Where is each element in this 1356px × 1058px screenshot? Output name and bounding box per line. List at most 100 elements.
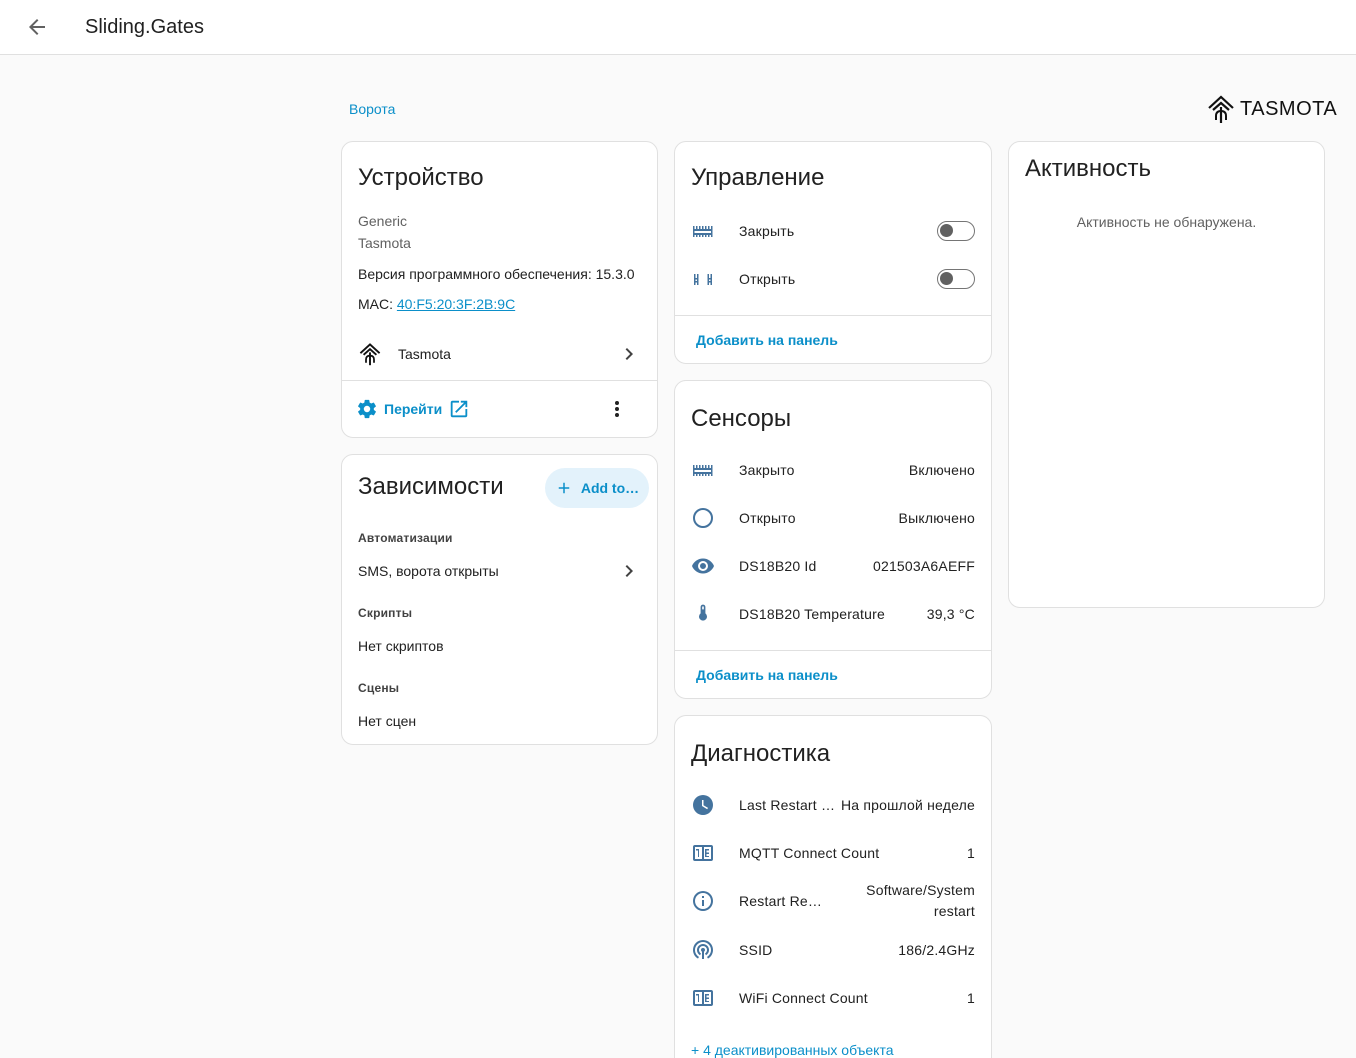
mac-link[interactable]: 40:F5:20:3F:2B:9C — [397, 296, 515, 312]
dependencies-title: Зависимости — [358, 473, 504, 500]
diagnostics-card: Диагностика Last Restart … На прошлой не… — [674, 715, 992, 1058]
device-mac: MAC: 40:F5:20:3F:2B:9C — [358, 296, 515, 312]
brand-name: TASMOTA — [1240, 97, 1338, 120]
controls-card: Управление Закрыть Открыть Добавить на п… — [674, 141, 992, 364]
control-row-close[interactable]: Закрыть — [691, 219, 975, 243]
tasmota-logo-icon — [1208, 95, 1234, 123]
diagnostic-value: Software/System restart — [866, 882, 975, 919]
activity-title: Активность — [1025, 155, 1152, 182]
cog-icon — [358, 399, 376, 419]
tasmota-icon — [359, 343, 381, 366]
sensor-value: 021503A6AEFF — [872, 558, 975, 574]
counter-icon — [691, 841, 715, 865]
dependencies-card: Зависимости Add to… Автоматизации SMS, в… — [341, 454, 658, 745]
sensor-row[interactable]: DS18B20 Id 021503A6AEFF — [691, 554, 975, 578]
device-card-divider — [342, 380, 657, 381]
gate-open-icon — [691, 267, 715, 291]
integration-name: Tasmota — [398, 346, 451, 362]
diagnostic-name: SSID — [739, 942, 773, 958]
scripts-label: Скрипты — [358, 606, 413, 620]
controls-add-to-dashboard-button[interactable]: Добавить на панель — [696, 332, 838, 348]
control-name: Открыть — [739, 271, 796, 287]
controls-title: Управление — [691, 164, 825, 191]
diagnostic-value: 186/2.4GHz — [898, 942, 975, 958]
sensors-divider — [675, 650, 991, 651]
diagnostic-row[interactable]: MQTT Connect Count 1 — [691, 841, 975, 865]
sensor-name: Открыто — [739, 510, 796, 526]
sensor-value: Выключено — [898, 510, 975, 526]
circle-outline-icon — [691, 506, 715, 530]
sensor-value: Включено — [908, 462, 975, 478]
thermometer-icon — [691, 602, 715, 626]
top-bar: Sliding.Gates — [0, 0, 1356, 55]
sensor-name: DS18B20 Temperature — [739, 606, 885, 622]
control-row-open[interactable]: Открыть — [691, 267, 975, 291]
diagnostics-title: Диагностика — [691, 740, 831, 767]
sensor-row[interactable]: Открыто Выключено — [691, 506, 975, 530]
disabled-entities-link[interactable]: + 4 деактивированных объекта — [691, 1042, 894, 1058]
diagnostic-row[interactable]: Last Restart … На прошлой неделе — [691, 793, 975, 817]
sensor-name: Закрыто — [739, 462, 795, 478]
scenes-label: Сцены — [358, 681, 400, 695]
device-model: Generic — [358, 213, 408, 229]
goto-config-button[interactable]: Перейти — [356, 398, 470, 420]
diagnostic-value: На прошлой неделе — [840, 797, 975, 813]
sensor-row[interactable]: Закрыто Включено — [691, 458, 975, 482]
diagnostic-value: 1 — [967, 845, 975, 861]
diagnostic-name: WiFi Connect Count — [739, 990, 868, 1006]
sensors-card: Сенсоры Закрыто Включено Открыто Выключе… — [674, 380, 992, 699]
integration-row[interactable]: Tasmota — [358, 342, 641, 366]
chevron-right-icon — [625, 565, 633, 577]
clock-icon — [691, 793, 715, 817]
dots-vertical-icon — [615, 401, 619, 417]
add-to-label: Add to… — [580, 480, 640, 496]
close-switch[interactable] — [937, 221, 975, 241]
sensors-title: Сенсоры — [691, 405, 792, 432]
sensor-row[interactable]: DS18B20 Temperature 39,3 °C — [691, 602, 975, 626]
open-switch[interactable] — [937, 269, 975, 289]
mac-label: MAC: — [358, 296, 397, 312]
activity-card: Активность Активность не обнаружена. — [1008, 141, 1325, 608]
automation-name: SMS, ворота открыты — [358, 563, 499, 579]
chevron-right-icon — [625, 348, 633, 360]
scenes-empty-text: Нет сцен — [358, 713, 417, 729]
control-name: Закрыть — [739, 223, 795, 239]
activity-empty-text: Активность не обнаружена. — [1076, 214, 1257, 230]
device-card-title: Устройство — [358, 164, 484, 191]
back-button[interactable] — [17, 7, 57, 47]
device-menu-button[interactable] — [604, 396, 630, 422]
add-to-button[interactable]: Add to… — [545, 468, 649, 508]
page-title: Sliding.Gates — [85, 15, 204, 38]
breadcrumb-area-link[interactable]: Ворота — [349, 101, 395, 117]
diagnostic-row[interactable]: WiFi Connect Count 1 — [691, 986, 975, 1010]
sensors-add-to-dashboard-button[interactable]: Добавить на панель — [696, 667, 838, 683]
goto-label: Перейти — [384, 401, 443, 417]
counter-icon — [691, 986, 715, 1010]
scripts-empty: Нет скриптов — [358, 638, 641, 654]
diagnostic-value: 1 — [967, 990, 975, 1006]
info-icon — [691, 889, 715, 913]
scenes-empty: Нет сцен — [358, 713, 641, 729]
scripts-empty-text: Нет скриптов — [358, 638, 444, 654]
automations-label: Автоматизации — [358, 531, 453, 545]
automation-item[interactable]: SMS, ворота открыты — [358, 559, 641, 583]
sensor-name: DS18B20 Id — [739, 558, 817, 574]
device-info-card: Устройство Generic Tasmota Версия програ… — [341, 141, 658, 438]
gate-icon — [691, 219, 715, 243]
sensor-value: 39,3 °C — [926, 606, 975, 622]
brand-logo: TASMOTA — [1206, 94, 1337, 124]
diagnostic-name: Last Restart … — [739, 797, 836, 813]
eye-icon — [691, 554, 715, 578]
plus-icon — [558, 482, 570, 494]
device-firmware: Версия программного обеспечения: 15.3.0 — [358, 266, 635, 282]
diagnostic-row[interactable]: SSID 186/2.4GHz — [691, 938, 975, 962]
diagnostic-name: Restart Re… — [739, 893, 823, 909]
diagnostic-name: MQTT Connect Count — [739, 845, 880, 861]
controls-divider — [675, 315, 991, 316]
gate-icon — [691, 458, 715, 482]
access-point-icon — [691, 938, 715, 962]
diagnostic-row[interactable]: Restart Re… Software/System restart — [691, 880, 975, 922]
open-in-new-icon — [451, 400, 468, 418]
arrow-left-icon — [29, 19, 45, 35]
device-manufacturer: Tasmota — [358, 235, 411, 251]
